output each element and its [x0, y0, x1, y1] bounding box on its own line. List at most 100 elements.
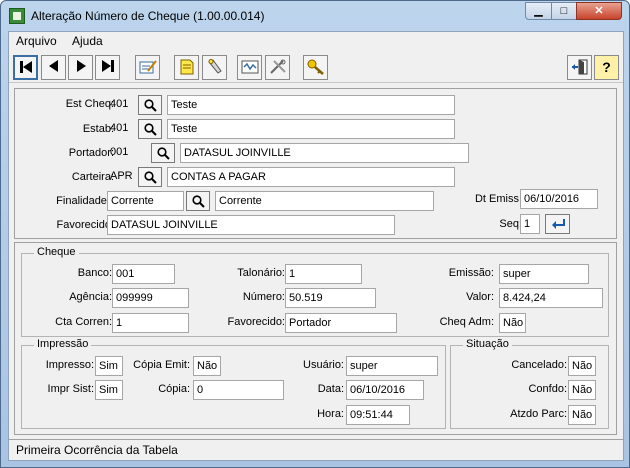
magnifier-icon — [157, 147, 170, 160]
banco-label: Banco: — [77, 267, 112, 279]
copia-emit-label: Cópia Emit: — [133, 359, 190, 371]
usuario-label: Usuário: — [303, 359, 344, 371]
toolbar: ? — [9, 52, 623, 83]
close-button[interactable]: ✕ — [576, 2, 622, 20]
search-button[interactable] — [202, 55, 227, 80]
exit-button[interactable] — [567, 55, 592, 80]
app-icon — [9, 8, 25, 24]
talonario-field[interactable]: 1 — [285, 264, 362, 284]
first-record-button[interactable] — [13, 55, 38, 80]
impressao-group: Impressão Impresso: Sim Impr Sist: Sim C… — [21, 338, 446, 429]
finalidade-field[interactable]: Corrente — [107, 191, 184, 211]
data-label: Data: — [317, 383, 344, 395]
note-button[interactable] — [174, 55, 199, 80]
hora-field[interactable]: 09:51:44 — [346, 405, 410, 425]
atzdo-parc-field[interactable]: Não — [568, 405, 596, 425]
key-icon — [307, 59, 324, 75]
cta-corren-label: Cta Corren: — [55, 316, 112, 328]
header-panel: Est Cheq: 401 Teste Estab: 401 Teste Por… — [14, 88, 617, 239]
carteira-zoom-button[interactable] — [138, 167, 162, 187]
edit-record-button[interactable] — [135, 55, 160, 80]
window-title: Alteração Número de Cheque (1.00.00.014) — [31, 9, 265, 23]
title-bar[interactable]: Alteração Número de Cheque (1.00.00.014)… — [1, 1, 629, 31]
flashlight-icon — [207, 59, 222, 74]
carteira-name-field[interactable]: CONTAS A PAGAR — [167, 167, 455, 187]
impr-sist-field[interactable]: Sim — [95, 380, 123, 400]
tools-icon — [269, 59, 286, 74]
exit-door-icon — [571, 59, 587, 75]
estab-code-field[interactable]: 401 — [107, 119, 137, 139]
talonario-label: Talonário: — [237, 267, 285, 279]
favorecido-field[interactable]: DATASUL JOINVILLE — [107, 215, 395, 235]
finalidade-zoom-button[interactable] — [186, 191, 210, 211]
navigate-button[interactable] — [237, 55, 262, 80]
cancelado-label: Cancelado: — [511, 359, 567, 371]
finalidade-desc-field[interactable]: Corrente — [215, 191, 434, 211]
cheque-group-title: Cheque — [34, 246, 79, 258]
confdo-field[interactable]: Não — [568, 380, 596, 400]
portador-zoom-button[interactable] — [151, 143, 175, 163]
dt-emiss-field[interactable]: 06/10/2016 — [520, 189, 598, 209]
cheq-adm-label: Cheq Adm: — [439, 316, 494, 328]
window-client-area: Arquivo Ajuda ? Est Cheq: 401 Teste Esta… — [8, 31, 624, 461]
impressao-group-title: Impressão — [34, 338, 92, 350]
minimize-button[interactable]: ▁ — [525, 2, 552, 20]
last-record-button[interactable] — [95, 55, 120, 80]
emissao-field[interactable]: super — [499, 264, 589, 284]
copia-emit-field[interactable]: Não — [193, 356, 221, 376]
estab-name-field[interactable]: Teste — [167, 119, 455, 139]
menu-bar: Arquivo Ajuda — [9, 32, 623, 51]
help-button[interactable]: ? — [594, 55, 619, 80]
maximize-button[interactable]: □ — [551, 2, 577, 20]
cancelado-field[interactable]: Não — [568, 356, 596, 376]
dt-emiss-label: Dt Emiss: — [474, 193, 522, 205]
previous-record-button[interactable] — [41, 55, 66, 80]
menu-ajuda[interactable]: Ajuda — [72, 34, 103, 48]
status-bar: Primeira Ocorrência da Tabela — [9, 439, 623, 460]
cta-corren-field[interactable]: 1 — [112, 313, 189, 333]
emissao-label: Emissão: — [448, 267, 494, 279]
details-panel: Cheque Banco: 001 Agência: 099999 Cta Co… — [14, 242, 617, 435]
copia-label: Cópia: — [158, 383, 190, 395]
est-cheq-zoom-button[interactable] — [138, 95, 162, 115]
key-button[interactable] — [303, 55, 328, 80]
seq-confirm-button[interactable] — [545, 214, 570, 234]
impr-sist-label: Impr Sist: — [47, 383, 94, 395]
next-record-button[interactable] — [68, 55, 93, 80]
valor-field[interactable]: 8.424,24 — [499, 288, 603, 308]
first-record-icon — [19, 61, 32, 73]
cheque-favorecido-field[interactable]: Portador — [285, 313, 397, 333]
atzdo-parc-label: Atzdo Parc: — [510, 408, 567, 420]
agencia-label: Agência: — [69, 291, 112, 303]
menu-arquivo[interactable]: Arquivo — [16, 34, 57, 48]
numero-field[interactable]: 50.519 — [285, 288, 376, 308]
carteira-code-field[interactable]: APR — [107, 167, 137, 187]
finalidade-label: Finalidade: — [56, 195, 110, 207]
banco-field[interactable]: 001 — [112, 264, 175, 284]
previous-record-icon — [48, 60, 58, 72]
estab-zoom-button[interactable] — [138, 119, 162, 139]
impresso-label: Impresso: — [45, 359, 94, 371]
document-compare-icon — [241, 60, 258, 74]
magnifier-icon — [192, 195, 205, 208]
portador-code-field[interactable]: 001 — [107, 143, 149, 163]
note-icon — [180, 59, 193, 75]
data-field[interactable]: 06/10/2016 — [346, 380, 424, 400]
numero-label: Número: — [242, 291, 285, 303]
seq-label: Seq: — [499, 218, 522, 230]
cheq-adm-field[interactable]: Não — [499, 313, 526, 333]
impresso-field[interactable]: Sim — [95, 356, 123, 376]
valor-label: Valor: — [466, 291, 494, 303]
agencia-field[interactable]: 099999 — [112, 288, 189, 308]
situacao-group-title: Situação — [463, 338, 512, 350]
enter-arrow-icon — [552, 219, 565, 229]
cheque-group: Cheque Banco: 001 Agência: 099999 Cta Co… — [21, 246, 609, 337]
tools-button[interactable] — [265, 55, 290, 80]
portador-name-field[interactable]: DATASUL JOINVILLE — [180, 143, 469, 163]
application-window: Alteração Número de Cheque (1.00.00.014)… — [0, 0, 630, 468]
copia-field[interactable]: 0 — [193, 380, 284, 400]
est-cheq-code-field[interactable]: 401 — [107, 95, 137, 115]
est-cheq-name-field[interactable]: Teste — [167, 95, 455, 115]
seq-field[interactable]: 1 — [520, 214, 540, 234]
usuario-field[interactable]: super — [346, 356, 438, 376]
